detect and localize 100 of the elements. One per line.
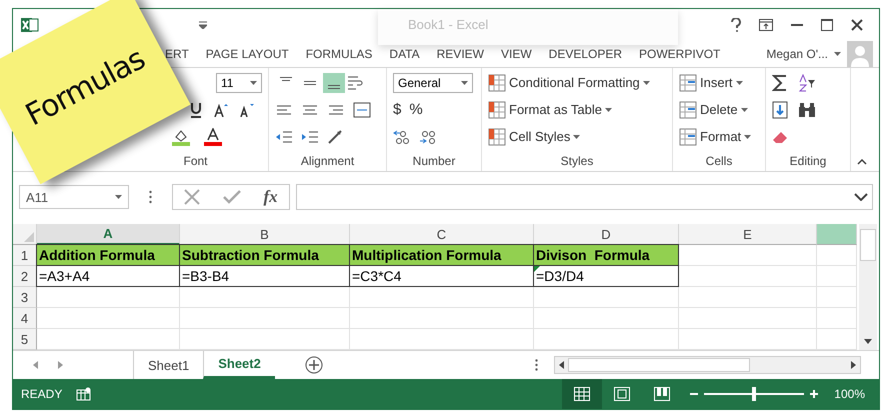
drag-handle-icon[interactable] bbox=[535, 359, 538, 371]
excel-logo-icon[interactable] bbox=[21, 16, 39, 34]
font-size-dropdown[interactable]: 11 bbox=[216, 72, 262, 93]
currency-button[interactable]: $ bbox=[393, 101, 402, 118]
next-sheet-icon[interactable] bbox=[58, 361, 63, 369]
page-break-icon bbox=[654, 387, 670, 401]
sheet-tab[interactable]: Sheet2 bbox=[203, 351, 275, 379]
vertical-scrollbar[interactable] bbox=[859, 224, 877, 350]
group-label: Cells bbox=[704, 154, 734, 170]
caret-icon bbox=[115, 195, 122, 200]
row-header[interactable]: 5 bbox=[13, 329, 37, 350]
check-icon[interactable] bbox=[222, 190, 241, 204]
user-name[interactable]: Megan O'... bbox=[766, 46, 828, 61]
cells-command[interactable]: Delete bbox=[700, 102, 738, 118]
table-cell bbox=[817, 245, 857, 266]
table-style-icon bbox=[488, 128, 506, 146]
caret-icon bbox=[642, 80, 650, 85]
shrink-font-icon[interactable] bbox=[240, 102, 254, 117]
scroll-down-icon[interactable] bbox=[864, 339, 872, 344]
underline-icon[interactable] bbox=[190, 102, 202, 118]
new-sheet-icon[interactable] bbox=[304, 356, 323, 374]
caret-icon bbox=[744, 134, 752, 139]
table-style-icon bbox=[488, 100, 506, 119]
zoom-in-icon[interactable] bbox=[810, 390, 818, 398]
scroll-left-icon[interactable] bbox=[559, 361, 564, 369]
status-text: READY bbox=[21, 387, 62, 401]
cells-command[interactable]: Format bbox=[700, 129, 742, 144]
styles-command[interactable]: Conditional Formatting bbox=[509, 75, 640, 90]
decrease-decimal-icon[interactable] bbox=[393, 128, 411, 145]
table-cell: Divison Formula bbox=[533, 244, 679, 266]
scrollbar-thumb[interactable] bbox=[860, 228, 876, 260]
table-cell: =D3/D4 bbox=[533, 265, 679, 287]
zoom-slider-thumb[interactable] bbox=[752, 387, 756, 401]
scroll-right-icon[interactable] bbox=[851, 361, 856, 369]
previous-sheet-icon[interactable] bbox=[33, 361, 38, 369]
percent-button[interactable]: % bbox=[409, 101, 423, 118]
styles-command[interactable]: Format as Table bbox=[509, 102, 602, 118]
insert-function-button[interactable]: fx bbox=[264, 187, 278, 208]
font-color-icon[interactable] bbox=[204, 128, 222, 146]
increase-indent-icon[interactable] bbox=[301, 128, 319, 145]
ribbon-tab[interactable]: FORMULAS bbox=[306, 44, 372, 64]
binoculars-icon[interactable] bbox=[798, 102, 816, 118]
row-header[interactable]: 3 bbox=[13, 287, 37, 308]
wrap-text-icon[interactable] bbox=[347, 74, 363, 91]
caret-icon bbox=[461, 80, 468, 85]
column-header[interactable]: C bbox=[350, 224, 534, 245]
zoom-level[interactable]: 100% bbox=[834, 387, 865, 401]
ribbon-tab[interactable]: PAGE LAYOUT bbox=[206, 44, 289, 64]
cells-command[interactable]: Insert bbox=[700, 75, 733, 90]
customize-toolbar-icon[interactable] bbox=[199, 20, 207, 29]
eraser-icon[interactable] bbox=[772, 130, 790, 144]
macro-record-icon[interactable] bbox=[76, 387, 92, 401]
sort-filter-icon[interactable] bbox=[798, 74, 816, 92]
group-label: Alignment bbox=[300, 154, 356, 170]
ribbon-tab[interactable]: VIEW bbox=[500, 44, 532, 64]
minimize-icon[interactable] bbox=[791, 24, 803, 26]
fill-down-icon[interactable] bbox=[772, 100, 788, 119]
increase-decimal-icon[interactable] bbox=[419, 128, 437, 145]
vertical-align-button[interactable] bbox=[323, 72, 345, 93]
align-icon bbox=[328, 84, 340, 89]
ribbon-tab[interactable]: ERT bbox=[165, 44, 189, 64]
ribbon-display-icon[interactable] bbox=[759, 18, 773, 31]
group-label: Font bbox=[182, 154, 208, 170]
column-header[interactable]: B bbox=[180, 224, 350, 245]
grid-icon bbox=[574, 387, 590, 401]
ribbon-tab[interactable]: DATA bbox=[389, 44, 420, 64]
column-header[interactable]: D bbox=[534, 224, 679, 245]
grow-font-icon[interactable] bbox=[214, 102, 228, 117]
collapse-ribbon-icon[interactable] bbox=[857, 159, 867, 166]
column-header[interactable]: A bbox=[37, 224, 180, 245]
decrease-indent-icon[interactable] bbox=[275, 128, 293, 145]
fill-color-icon[interactable] bbox=[172, 128, 190, 146]
cells-icon bbox=[679, 74, 697, 92]
window-title: Book1 - Excel bbox=[408, 17, 488, 32]
normal-view-button[interactable] bbox=[562, 379, 602, 409]
styles-command[interactable]: Cell Styles bbox=[509, 129, 570, 144]
row-header[interactable]: 4 bbox=[13, 308, 37, 329]
autosum-icon[interactable] bbox=[772, 74, 788, 92]
number-format-dropdown[interactable]: General bbox=[393, 72, 473, 93]
expand-icon[interactable] bbox=[854, 193, 868, 202]
column-header[interactable]: E bbox=[679, 224, 817, 245]
row-header[interactable]: 1 bbox=[13, 245, 37, 266]
table-cell bbox=[817, 266, 857, 287]
cells-icon bbox=[679, 128, 697, 146]
ribbon-tab[interactable]: DEVELOPER bbox=[548, 44, 622, 64]
drag-handle-icon[interactable] bbox=[149, 190, 152, 204]
horizontal-scrollbar[interactable] bbox=[554, 356, 861, 374]
name-box[interactable]: A11 bbox=[19, 185, 129, 210]
table-cell bbox=[817, 329, 857, 350]
formula-input[interactable] bbox=[296, 184, 873, 210]
cells-icon bbox=[679, 100, 697, 119]
help-icon[interactable] bbox=[731, 18, 741, 32]
align-icon bbox=[304, 80, 316, 85]
ribbon-tab[interactable]: POWERPIVOT bbox=[639, 44, 720, 64]
ribbon-tab[interactable]: REVIEW bbox=[436, 44, 484, 64]
close-icon[interactable] bbox=[851, 18, 863, 31]
caret-icon bbox=[740, 108, 748, 112]
row-header[interactable]: 2 bbox=[13, 266, 37, 287]
maximize-icon[interactable] bbox=[821, 18, 833, 31]
merge-center-icon[interactable] bbox=[353, 102, 371, 118]
